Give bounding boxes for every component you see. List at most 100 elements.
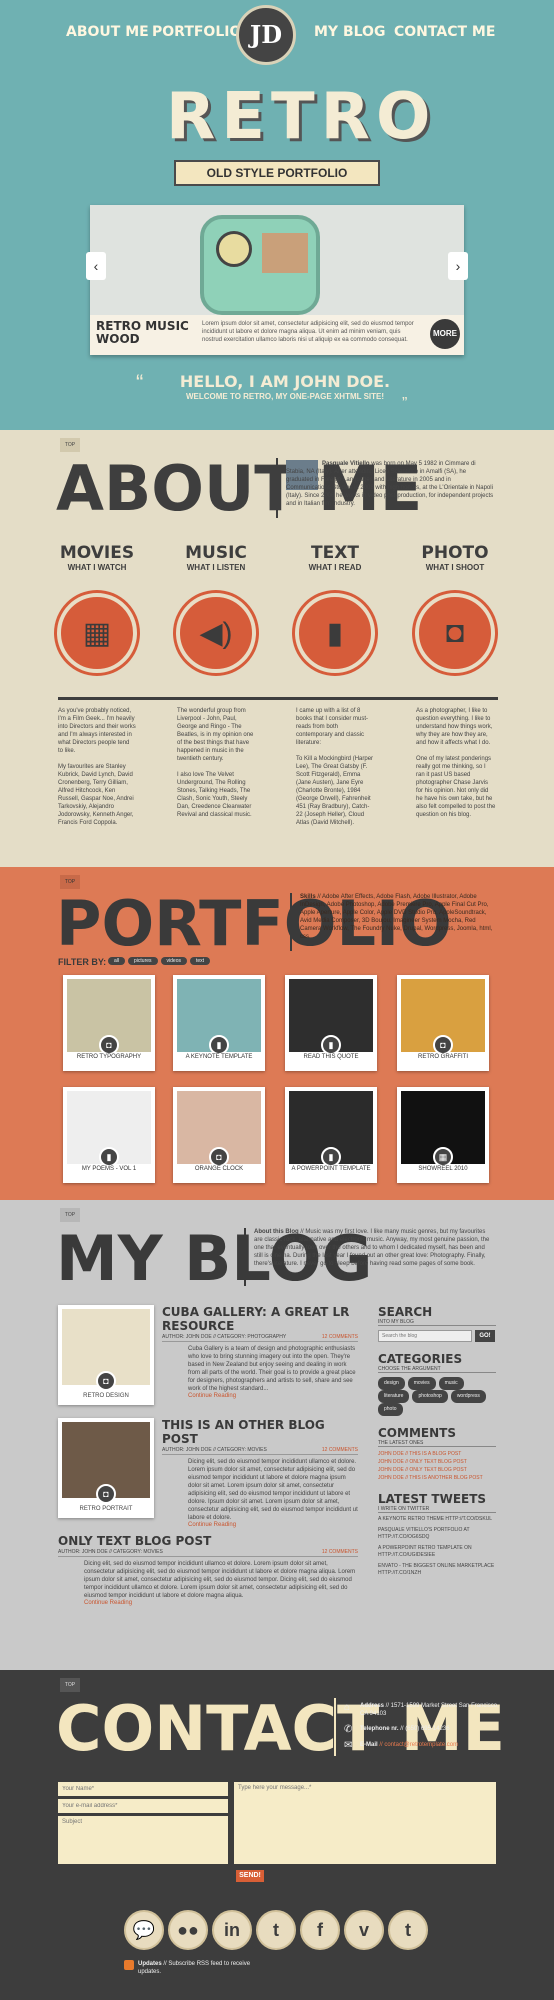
post-title[interactable]: ONLY TEXT BLOG POST bbox=[58, 1534, 358, 1548]
categories-subheading: CHOOSE THE ARGUMENT bbox=[378, 1366, 496, 1373]
technorati-icon[interactable]: t bbox=[256, 1910, 296, 1950]
post-thumb[interactable]: ◘ RETRO PORTRAIT bbox=[58, 1418, 154, 1518]
facebook-icon[interactable]: f bbox=[300, 1910, 340, 1950]
category-tag[interactable]: wordpress bbox=[450, 1390, 486, 1403]
tweet-item[interactable]: ENVATO - THE BIGGEST ONLINE MARKETPLACE … bbox=[378, 1563, 496, 1577]
tweets-heading: LATEST TWEETS bbox=[378, 1492, 487, 1506]
portfolio-item[interactable]: ▮ A KEYNOTE TEMPLATE bbox=[173, 975, 265, 1071]
about-col-text-text: I came up with a list of 8 books that I … bbox=[296, 707, 376, 827]
portfolio-item[interactable]: ▮ A POWERPOINT TEMPLATE bbox=[285, 1087, 377, 1183]
logo[interactable]: JD bbox=[236, 5, 296, 65]
post-title[interactable]: CUBA GALLERY: A GREAT LR RESOURCE bbox=[162, 1305, 358, 1333]
slider-prev-icon[interactable]: ‹ bbox=[86, 252, 106, 280]
comment-item[interactable]: JOHN DOE // ONLY TEXT BLOG POST bbox=[378, 1458, 496, 1466]
portfolio-caption: READ THIS QUOTE bbox=[303, 1054, 359, 1060]
skills-list: // Adobe After Effects, Adobe Flash, Ado… bbox=[300, 894, 493, 940]
camera-icon: ◘ bbox=[209, 1147, 229, 1167]
tel-value: // (650) 695-14236 bbox=[398, 1726, 450, 1732]
flickr-icon[interactable]: ●● bbox=[168, 1910, 208, 1950]
col-paragraph: As a photographer, I like to question ev… bbox=[416, 708, 493, 746]
nav-contact[interactable]: CONTACT ME bbox=[394, 24, 495, 40]
portfolio-item[interactable]: ◘ ORANGE CLOCK bbox=[173, 1087, 265, 1183]
more-button[interactable]: MORE bbox=[430, 319, 460, 349]
comments-list: JOHN DOE // THIS IS A BLOG POST JOHN DOE … bbox=[378, 1450, 496, 1482]
twitter-icon[interactable]: t bbox=[388, 1910, 428, 1950]
category-tags: design movies music literature photoshop word… bbox=[378, 1377, 496, 1416]
portfolio-item[interactable]: ◘ RETRO TYPOGRAPHY bbox=[63, 975, 155, 1071]
slide-image bbox=[200, 215, 320, 315]
name-field[interactable] bbox=[58, 1782, 228, 1796]
portfolio-item[interactable]: ◘ RETRO GRAFFITI bbox=[397, 975, 489, 1071]
title-divider bbox=[276, 458, 278, 518]
continue-reading-link[interactable]: Continue Reading bbox=[162, 1522, 358, 1528]
category-tag[interactable]: photoshop bbox=[412, 1390, 448, 1403]
hero-ribbon: OLD STYLE PORTFOLIO bbox=[174, 160, 380, 186]
portfolio-item[interactable]: ▮ MY POEMS - VOL 1 bbox=[63, 1087, 155, 1183]
post-comments[interactable]: 12 COMMENTS bbox=[322, 1549, 358, 1555]
nav-portfolio[interactable]: PORTFOLIO bbox=[152, 24, 241, 40]
top-link[interactable]: TOP bbox=[60, 1208, 80, 1222]
continue-reading-link[interactable]: Continue Reading bbox=[162, 1393, 358, 1399]
tweet-item[interactable]: A KEYNOTE RETRO THEME HTTP://T.CO/DSKUL bbox=[378, 1516, 496, 1523]
tweets-subheading: I WRITE ON TWITTER bbox=[378, 1506, 496, 1513]
post-thumb[interactable]: ◘ RETRO DESIGN bbox=[58, 1305, 154, 1405]
portfolio-item[interactable]: ▮ READ THIS QUOTE bbox=[285, 975, 377, 1071]
portfolio-item[interactable]: ▦ SHOWREEL 2010 bbox=[397, 1087, 489, 1183]
categories-heading: CATEGORIES bbox=[378, 1352, 463, 1366]
category-tag[interactable]: movies bbox=[407, 1377, 436, 1390]
comment-item[interactable]: JOHN DOE // THIS IS A BLOG POST bbox=[378, 1450, 496, 1458]
nav-blog[interactable]: MY BLOG bbox=[314, 24, 385, 40]
message-field[interactable] bbox=[234, 1782, 496, 1864]
portfolio-caption: RETRO TYPOGRAPHY bbox=[76, 1054, 142, 1060]
send-button[interactable]: SEND! bbox=[236, 1870, 264, 1882]
search-go-button[interactable]: GO! bbox=[475, 1330, 495, 1342]
vimeo-icon[interactable]: v bbox=[344, 1910, 384, 1950]
email-field[interactable] bbox=[58, 1799, 228, 1813]
filter-text[interactable]: text bbox=[189, 957, 211, 965]
title-divider bbox=[290, 893, 292, 951]
top-link[interactable]: TOP bbox=[60, 438, 80, 452]
col-heading: PHOTO bbox=[421, 543, 489, 563]
linkedin-icon[interactable]: in bbox=[212, 1910, 252, 1950]
nav-about[interactable]: ABOUT ME bbox=[66, 24, 149, 40]
filter-all[interactable]: all bbox=[108, 957, 126, 965]
radio-dial bbox=[216, 231, 252, 267]
filter-videos[interactable]: videos bbox=[160, 957, 187, 965]
speaker-icon: ◀) bbox=[176, 593, 256, 673]
contact-phone: Telephone nr. // (650) 695-14236 bbox=[360, 1726, 500, 1732]
post-text: Cuba Gallery is a team of design and pho… bbox=[188, 1346, 356, 1392]
post-comments[interactable]: 12 COMMENTS bbox=[322, 1334, 358, 1340]
hero-title: RETRO bbox=[166, 80, 437, 154]
top-link[interactable]: TOP bbox=[60, 1678, 80, 1692]
about-col-photo-text: As a photographer, I like to question ev… bbox=[416, 707, 496, 819]
filter-pictures[interactable]: pictures bbox=[128, 957, 158, 965]
post-title[interactable]: THIS IS AN OTHER BLOG POST bbox=[162, 1418, 358, 1446]
about-col-movies: MOVIES WHAT I WATCH bbox=[58, 543, 136, 572]
continue-reading-link[interactable]: Continue Reading bbox=[58, 1600, 358, 1606]
slider-next-icon[interactable]: › bbox=[448, 252, 468, 280]
tweet-item[interactable]: PASQUALE VITIELLO'S PORTFOLIO AT HTTP://… bbox=[378, 1527, 496, 1541]
myspace-icon[interactable]: 💬 bbox=[124, 1910, 164, 1950]
about-intro-text: was born on May 5 1982 in Cimmare di Sta… bbox=[286, 461, 494, 507]
comment-item[interactable]: JOHN DOE // ONLY TEXT BLOG POST bbox=[378, 1466, 496, 1474]
comment-item[interactable]: JOHN DOE // THIS IS ANOTHER BLOG POST bbox=[378, 1474, 496, 1482]
post-comments[interactable]: 12 COMMENTS bbox=[322, 1447, 358, 1453]
col-subheading: WHAT I WATCH bbox=[67, 563, 127, 572]
comments-subheading: THE LATEST ONES bbox=[378, 1440, 496, 1447]
search-input[interactable] bbox=[378, 1330, 472, 1342]
category-tag[interactable]: design bbox=[378, 1377, 405, 1390]
tel-label: Telephone nr. bbox=[360, 1726, 399, 1732]
about-divider bbox=[58, 697, 498, 700]
email-value[interactable]: // contact@retrotemplate.com bbox=[378, 1742, 458, 1748]
search-form: GO! bbox=[378, 1330, 496, 1342]
about-intro: Pasquale Vitiello was born on May 5 1982… bbox=[286, 460, 494, 508]
rss-icon[interactable] bbox=[124, 1960, 134, 1970]
post-meta: AUTHOR: JOHN DOE // CATEGORY: MOVIES 12 C… bbox=[162, 1446, 358, 1455]
category-tag[interactable]: photo bbox=[378, 1403, 403, 1416]
about-section: TOP ABOUT ME Pasquale Vitiello was born … bbox=[0, 430, 554, 867]
category-tag[interactable]: music bbox=[438, 1377, 464, 1390]
camera-icon: ◘ bbox=[415, 593, 495, 673]
tweet-item[interactable]: A POWERPOINT RETRO TEMPLATE ON HTTP://T.… bbox=[378, 1545, 496, 1559]
subject-field[interactable] bbox=[58, 1816, 228, 1864]
category-tag[interactable]: literature bbox=[378, 1390, 410, 1403]
